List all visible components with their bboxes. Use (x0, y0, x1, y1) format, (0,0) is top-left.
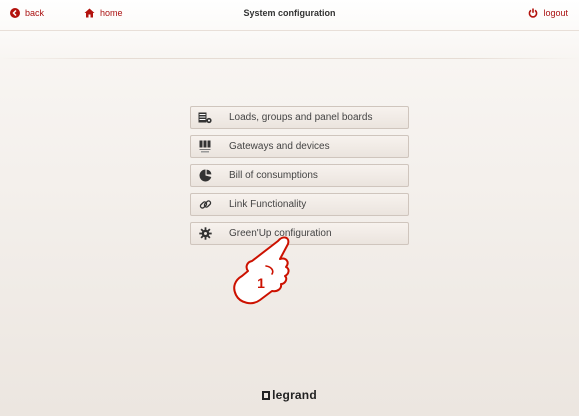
logout-label: logout (543, 8, 568, 18)
pie-chart-icon (191, 169, 219, 182)
menu-item-bill[interactable]: Bill of consumptions (190, 164, 409, 187)
gateway-icon (191, 140, 219, 153)
legrand-logo-mark (262, 391, 271, 400)
menu-item-label: Gateways and devices (229, 141, 330, 152)
header-divider (0, 58, 579, 59)
page-title: System configuration (243, 8, 336, 18)
legrand-logo: legrand (0, 388, 579, 402)
menu-item-label: Loads, groups and panel boards (229, 112, 373, 123)
loads-icon (191, 112, 219, 124)
menu-item-loads[interactable]: Loads, groups and panel boards (190, 106, 409, 129)
logout-button[interactable]: logout (528, 8, 568, 18)
pointing-hand-callout: 1 (228, 233, 308, 314)
gear-icon (191, 227, 219, 240)
power-icon (529, 8, 538, 18)
brand-name: legrand (272, 388, 317, 402)
menu-item-label: Bill of consumptions (229, 170, 318, 181)
menu-item-gateways[interactable]: Gateways and devices (190, 135, 409, 158)
link-icon (191, 198, 219, 211)
menu-item-label: Link Functionality (229, 199, 307, 210)
step-number: 1 (257, 275, 265, 291)
menu-item-link[interactable]: Link Functionality (190, 193, 409, 216)
config-menu: Loads, groups and panel boards Gateways … (190, 106, 409, 251)
top-bar: back home System configuration logout (0, 0, 579, 31)
